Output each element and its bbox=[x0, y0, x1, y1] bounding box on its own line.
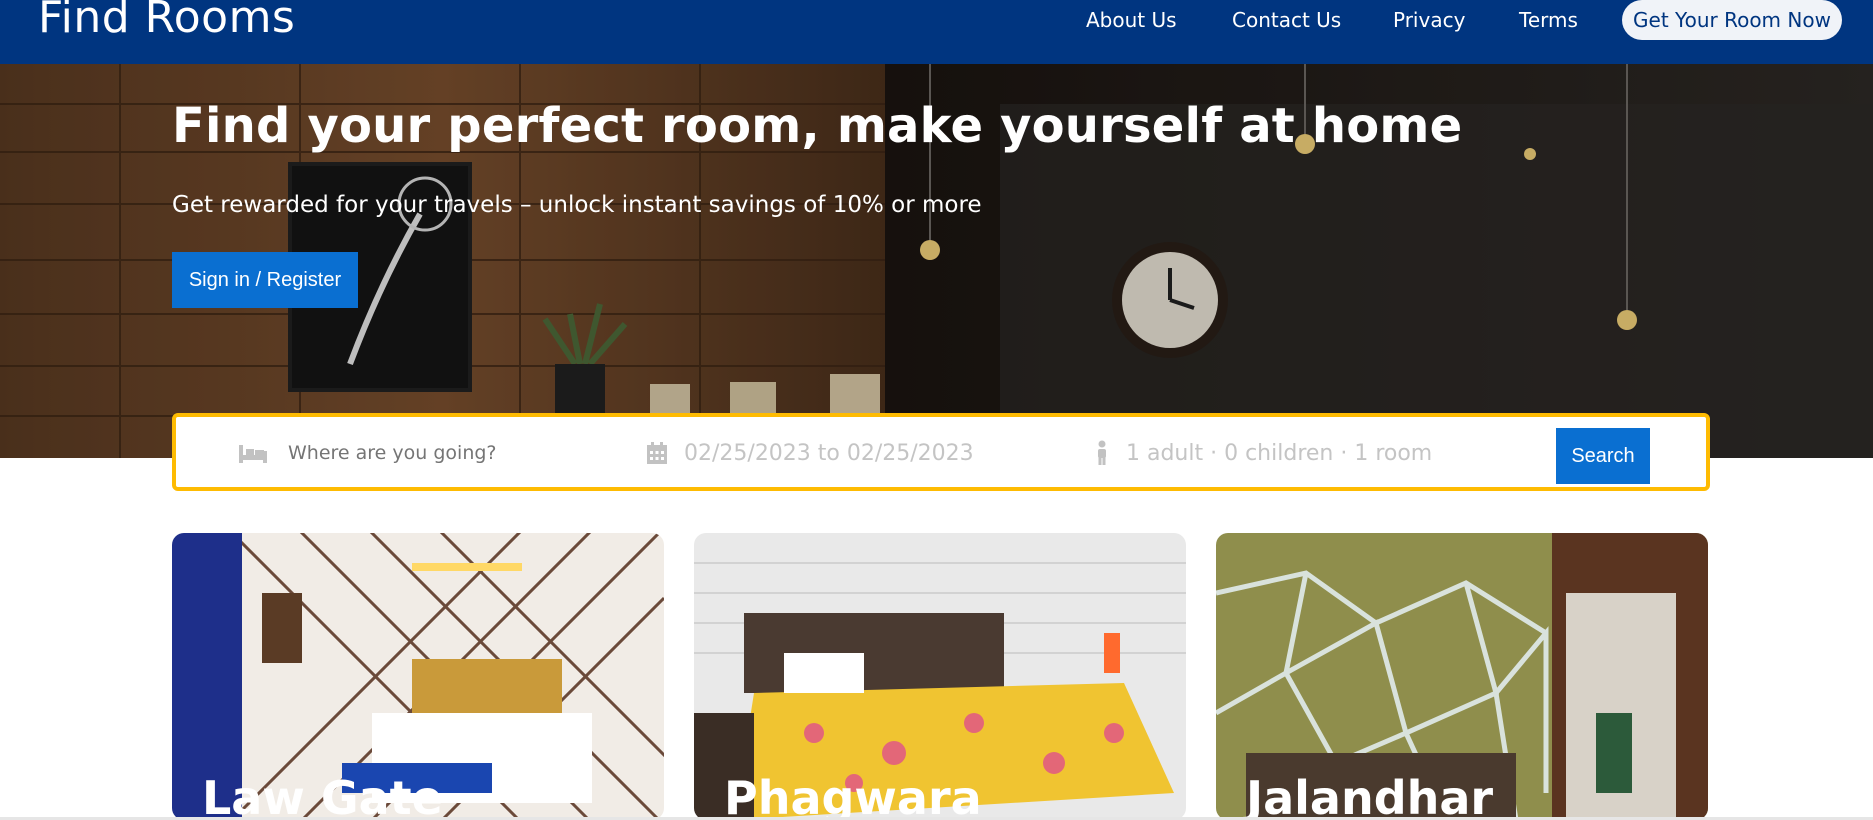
nav-privacy[interactable]: Privacy bbox=[1393, 8, 1465, 32]
location-card[interactable]: Phagwara bbox=[694, 533, 1186, 820]
card-title: Phagwara bbox=[724, 771, 982, 820]
calendar-icon bbox=[647, 442, 667, 464]
location-card[interactable]: Jalandhar bbox=[1216, 533, 1708, 820]
search-bar: 02/25/2023 to 02/25/2023 1 adult · 0 chi… bbox=[172, 413, 1710, 491]
guests-value: 1 adult · 0 children · 1 room bbox=[1126, 440, 1433, 466]
destination-input[interactable] bbox=[286, 441, 570, 465]
person-icon bbox=[1098, 440, 1106, 465]
hero-title: Find your perfect room, make yourself at… bbox=[172, 98, 1463, 154]
navbar: Find Rooms About Us Contact Us Privacy T… bbox=[0, 0, 1873, 64]
destination-field[interactable] bbox=[238, 435, 578, 471]
card-title: Jalandhar bbox=[1246, 771, 1494, 820]
card-title: Law Gate bbox=[202, 771, 443, 820]
nav-contact-us[interactable]: Contact Us bbox=[1232, 8, 1341, 32]
signin-register-button[interactable]: Sign in / Register bbox=[172, 252, 358, 308]
nav-about-us[interactable]: About Us bbox=[1086, 8, 1177, 32]
brand-logo[interactable]: Find Rooms bbox=[38, 0, 295, 43]
nav-terms[interactable]: Terms bbox=[1519, 8, 1578, 32]
location-card[interactable]: Law Gate bbox=[172, 533, 664, 820]
hero-subtitle: Get rewarded for your travels – unlock i… bbox=[172, 192, 982, 218]
search-button[interactable]: Search bbox=[1556, 428, 1650, 484]
bed-icon bbox=[239, 445, 267, 463]
guests-field[interactable]: 1 adult · 0 children · 1 room bbox=[1094, 435, 1514, 471]
get-room-button[interactable]: Get Your Room Now bbox=[1622, 0, 1842, 40]
dates-value: 02/25/2023 to 02/25/2023 bbox=[684, 440, 974, 466]
hero-section: Find your perfect room, make yourself at… bbox=[0, 64, 1873, 458]
dates-field[interactable]: 02/25/2023 to 02/25/2023 bbox=[646, 435, 1026, 471]
